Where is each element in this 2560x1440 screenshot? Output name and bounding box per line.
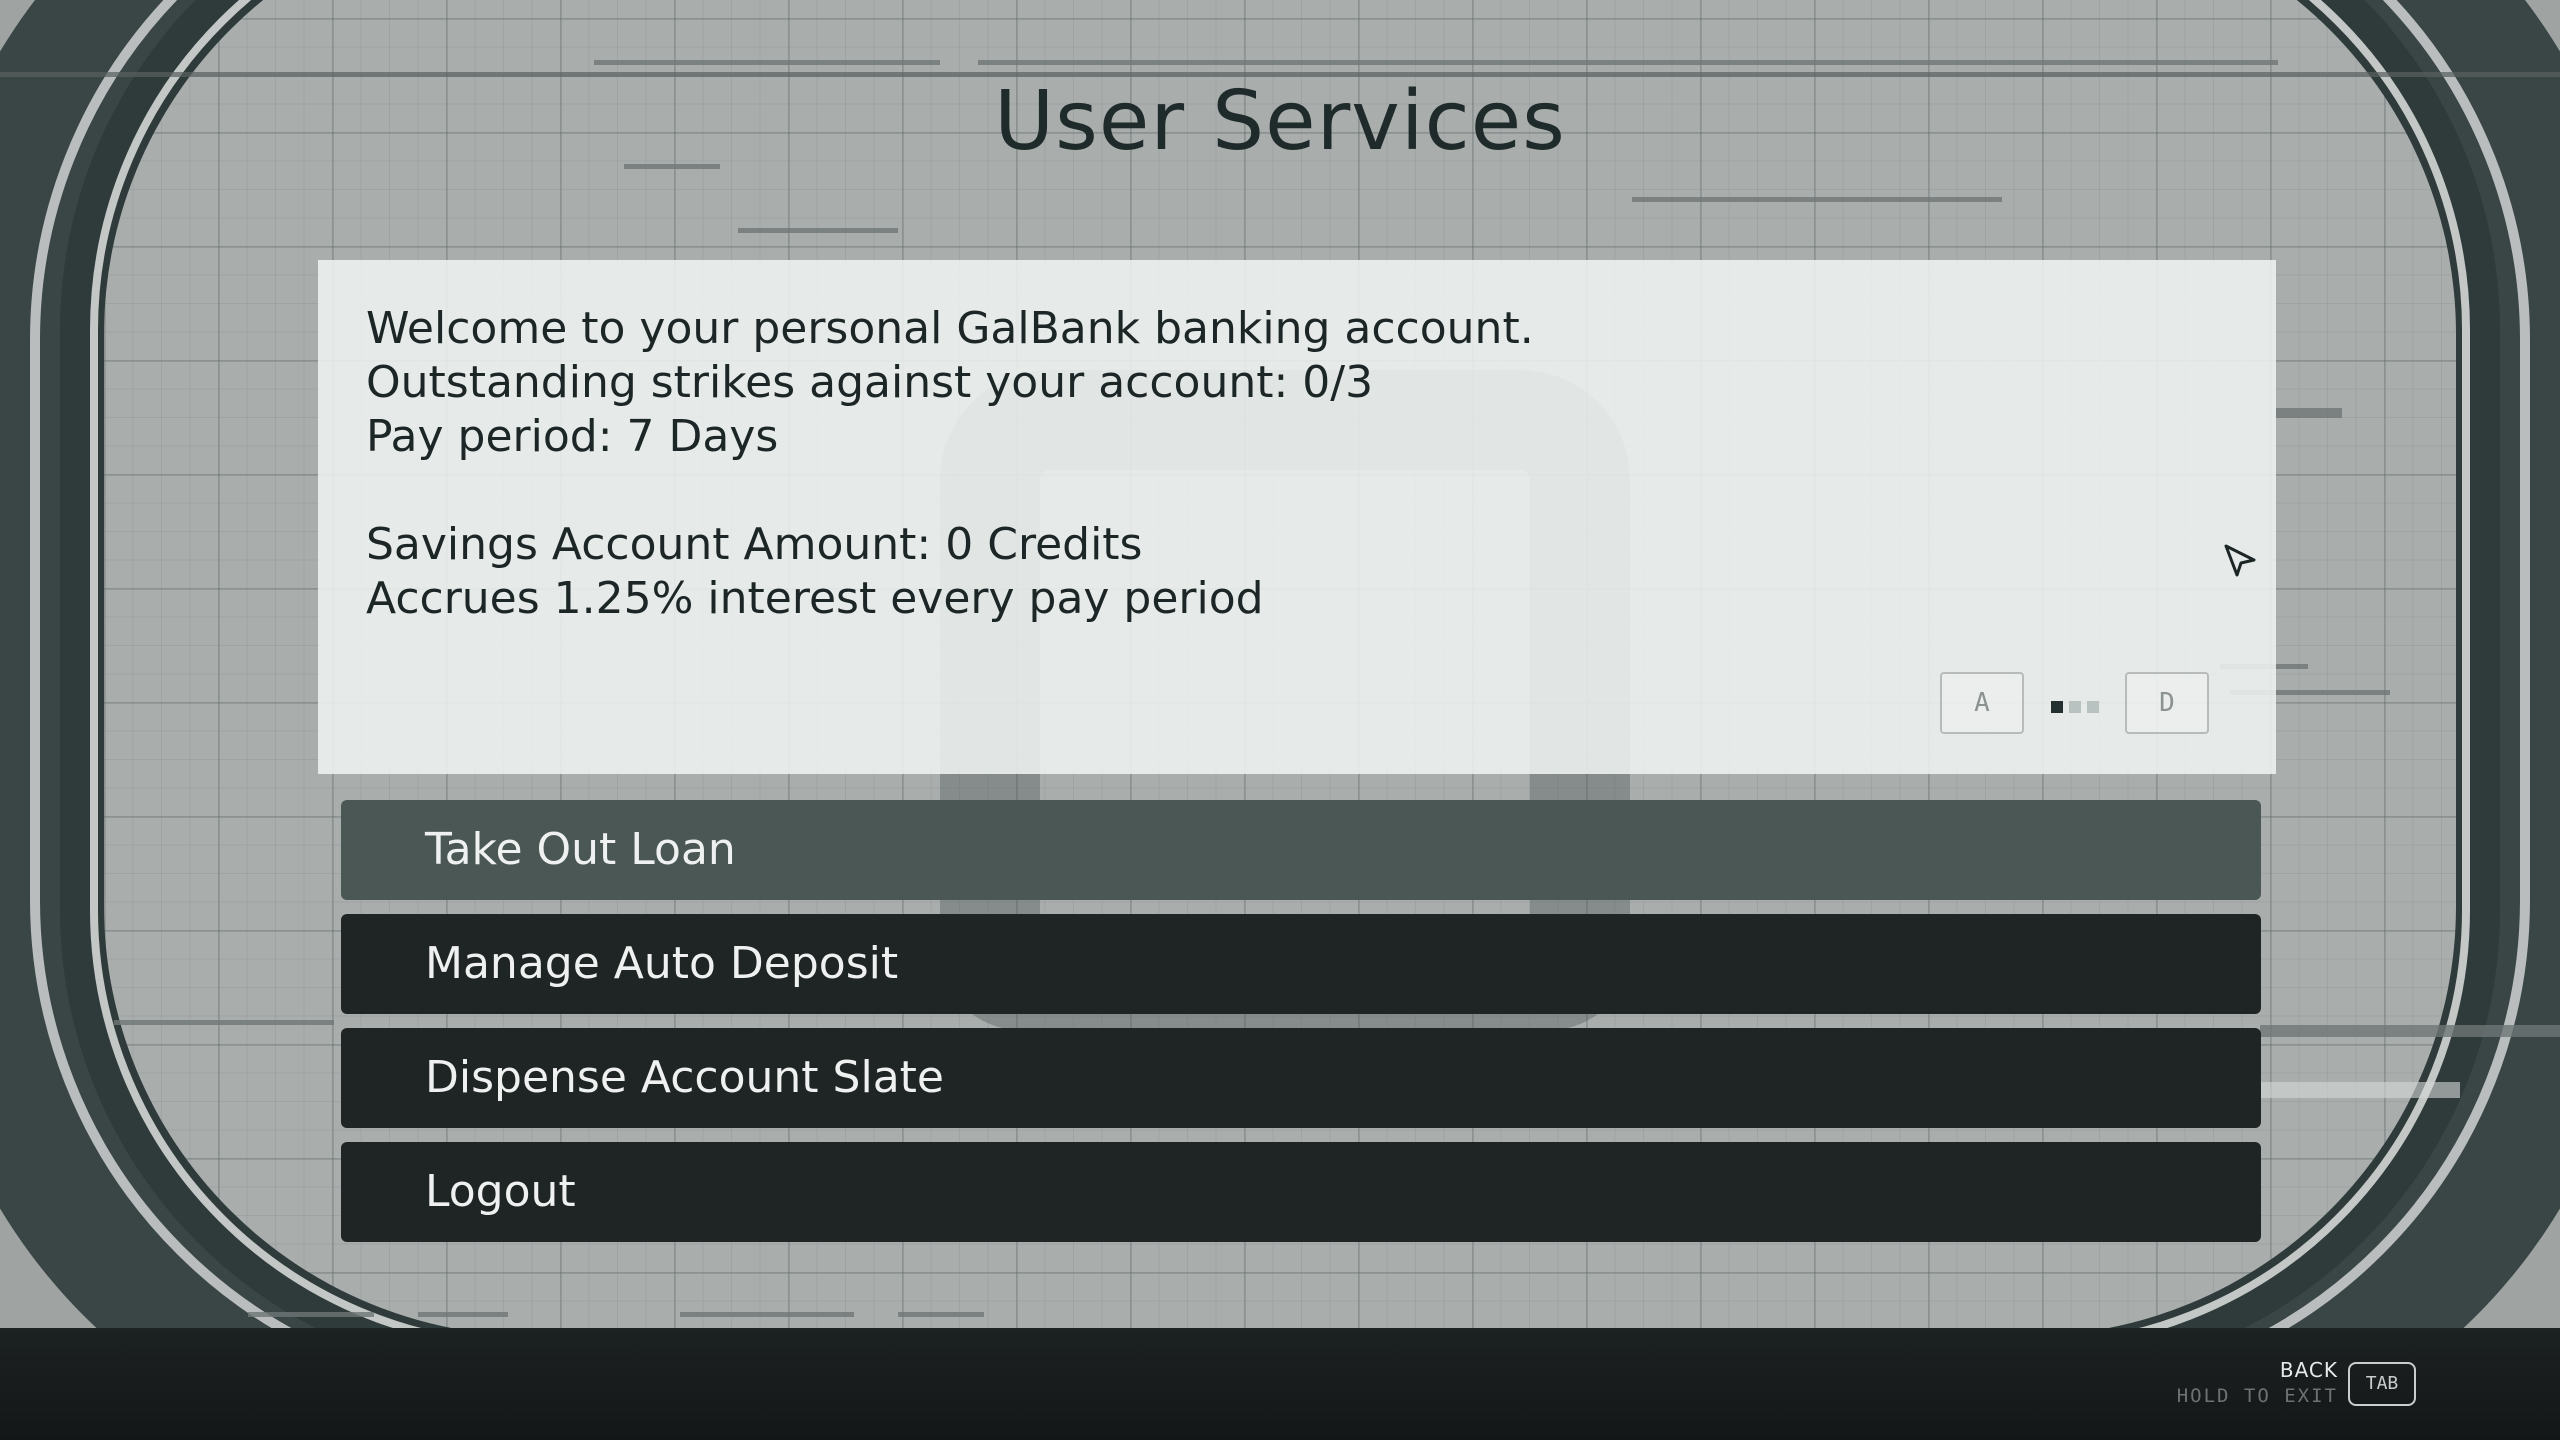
- decor-line: [114, 1020, 334, 1025]
- take-out-loan-button[interactable]: Take Out Loan: [341, 800, 2261, 900]
- decor-line: [1632, 197, 2002, 202]
- page-dot-2: [2069, 701, 2081, 713]
- page-dot-3: [2087, 701, 2099, 713]
- decor-line: [248, 1312, 374, 1317]
- hold-to-exit-label: HOLD TO EXIT: [2176, 1385, 2338, 1407]
- prev-page-button[interactable]: A: [1940, 672, 2024, 734]
- welcome-text: Welcome to your personal GalBank banking…: [366, 303, 1534, 354]
- interest-text: Accrues 1.25% interest every pay period: [366, 573, 1264, 624]
- page-dot-1: [2051, 701, 2063, 713]
- decor-line: [418, 1312, 508, 1317]
- decor-line: [2260, 1025, 2560, 1037]
- next-page-button[interactable]: D: [2125, 672, 2209, 734]
- bottom-hint-bar: [0, 1328, 2560, 1440]
- decor-line: [898, 1312, 984, 1317]
- tab-key-button[interactable]: TAB: [2348, 1362, 2416, 1406]
- cursor-arrow-icon: [2222, 542, 2258, 582]
- decor-line: [738, 228, 898, 233]
- back-hint-label: BACK: [2279, 1358, 2338, 1382]
- page-indicator: [2051, 698, 2105, 713]
- account-info-panel: Welcome to your personal GalBank banking…: [318, 260, 2276, 774]
- game-screen: User Services Welcome to your personal G…: [0, 0, 2560, 1440]
- decor-line: [978, 60, 2278, 65]
- decor-line: [680, 1312, 854, 1317]
- decor-line: [2276, 408, 2342, 418]
- account-info-text: Welcome to your personal GalBank banking…: [366, 302, 1534, 626]
- pay-period-text: Pay period: 7 Days: [366, 411, 779, 462]
- page-title: User Services: [994, 74, 1566, 169]
- logout-button[interactable]: Logout: [341, 1142, 2261, 1242]
- manage-auto-deposit-button[interactable]: Manage Auto Deposit: [341, 914, 2261, 1014]
- savings-amount-text: Savings Account Amount: 0 Credits: [366, 519, 1143, 570]
- strikes-text: Outstanding strikes against your account…: [366, 357, 1374, 408]
- dispense-account-slate-button[interactable]: Dispense Account Slate: [341, 1028, 2261, 1128]
- decor-line: [594, 60, 940, 65]
